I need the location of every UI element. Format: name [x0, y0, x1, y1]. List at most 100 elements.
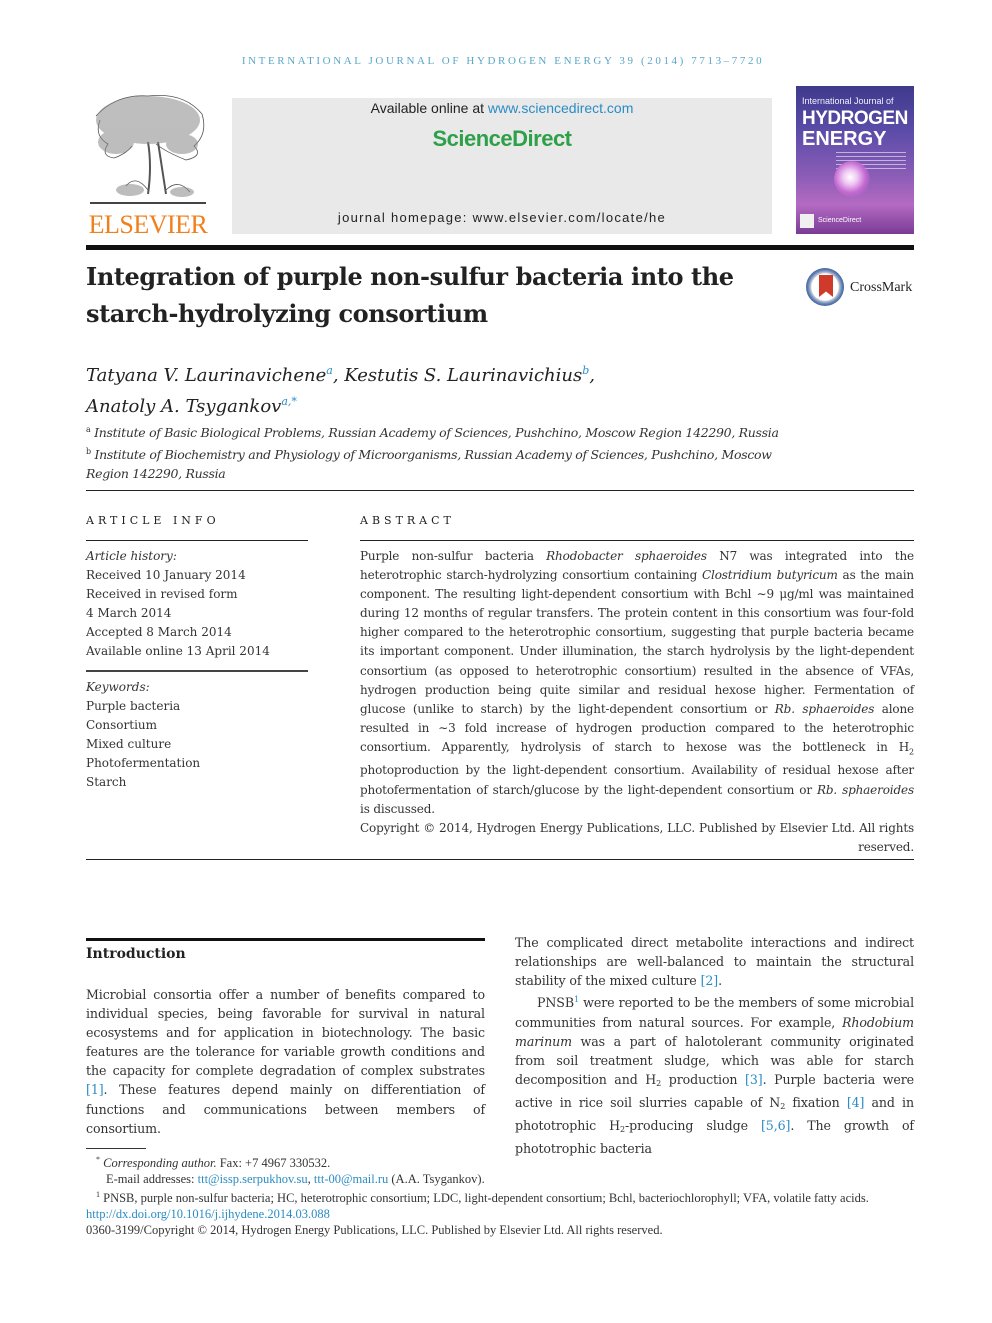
author-list: Tatyana V. Laurinavichenea, Kestutis S. …	[86, 358, 786, 420]
author-name[interactable]: Tatyana V. Laurinavichene	[86, 365, 326, 386]
body-column-left: Microbial consortia offer a number of be…	[86, 985, 485, 1138]
keywords-label: Keywords:	[86, 680, 150, 694]
doi-link[interactable]: http://dx.doi.org/10.1016/j.ijhydene.201…	[86, 1207, 330, 1221]
paragraph: The complicated direct metabolite intera…	[515, 933, 914, 990]
footnote-divider	[86, 1148, 146, 1149]
email-link[interactable]: ttt@issp.serpukhov.su	[198, 1172, 308, 1186]
introduction-heading: Introduction	[86, 946, 186, 962]
keyword-item: Consortium	[86, 718, 158, 732]
abstract-text: Purple non-sulfur bacteria	[360, 549, 547, 563]
article-info: ARTICLE INFO Article history: Received 1…	[86, 514, 308, 792]
article-info-heading: ARTICLE INFO	[86, 514, 220, 527]
body-text: Microbial consortia offer a number of be…	[86, 987, 485, 1079]
available-online-label: Available online at	[370, 100, 488, 116]
keyword-item: Purple bacteria	[86, 699, 181, 713]
keywords-divider	[86, 670, 308, 672]
paragraph: PNSB1 were reported to be the members of…	[515, 990, 914, 1158]
crossmark-button[interactable]: CrossMark	[806, 268, 916, 310]
body-text: -producing sludge	[625, 1118, 761, 1134]
abstract-copyright: Copyright © 2014, Hydrogen Energy Public…	[360, 820, 914, 854]
body-text: . These features depend mainly on differ…	[86, 1082, 485, 1136]
journal-cover-image[interactable]: International Journal of HYDROGEN ENERGY…	[796, 86, 914, 234]
affiliation-divider	[86, 490, 914, 491]
footnotes: * Corresponding author. Fax: +7 4967 330…	[86, 1152, 914, 1238]
introduction-divider	[86, 938, 485, 941]
author-separator: ,	[589, 365, 595, 386]
article-info-divider	[86, 540, 308, 541]
keyword-item: Mixed culture	[86, 737, 172, 751]
issn-copyright: 0360-3199/Copyright © 2014, Hydrogen Ene…	[86, 1223, 663, 1238]
history-item: 4 March 2014	[86, 606, 172, 620]
body-text: PNSB	[537, 995, 574, 1011]
footnote-marker: *	[96, 1155, 100, 1164]
species-name: Clostridium butyricum	[702, 568, 838, 583]
cover-title-line2: HYDROGEN	[802, 108, 908, 129]
article-title: Integration of purple non-sulfur bacteri…	[86, 262, 734, 328]
body-column-right: The complicated direct metabolite intera…	[515, 933, 914, 1158]
cover-title-line3: ENERGY	[802, 128, 887, 150]
abstract-divider	[360, 540, 914, 541]
affiliation-key: a	[86, 425, 91, 434]
homepage-link[interactable]: www.elsevier.com/locate/he	[473, 210, 666, 225]
body-text: fixation	[785, 1094, 847, 1110]
author-name[interactable]: Kestutis S. Laurinavichius	[344, 365, 582, 386]
citation-link[interactable]: [2]	[701, 973, 719, 988]
abstract-end-divider	[86, 859, 914, 860]
history-item: Received 10 January 2014	[86, 568, 246, 582]
citation-link[interactable]: [4]	[847, 1095, 865, 1110]
homepage-label: journal homepage:	[337, 210, 473, 225]
species-name: Rb. sphaeroides	[816, 782, 914, 797]
cover-orb-graphic	[834, 161, 870, 197]
author-affiliation-marker[interactable]: a,*	[281, 395, 297, 408]
history-item: Received in revised form	[86, 587, 238, 601]
abstract-body: Purple non-sulfur bacteria Rhodobacter s…	[360, 547, 914, 819]
affiliations: a Institute of Basic Biological Problems…	[86, 420, 786, 483]
sciencedirect-logo[interactable]: ScienceDirect	[232, 126, 772, 152]
species-name: Rhodobacter sphaeroides	[546, 549, 707, 563]
author-separator: ,	[332, 365, 345, 386]
available-online: Available online at www.sciencedirect.co…	[232, 100, 772, 116]
abbreviations-text: PNSB, purple non-sulfur bacteria; HC, he…	[100, 1191, 869, 1206]
email-label: E-mail addresses:	[106, 1172, 198, 1187]
abbreviations-note: 1 PNSB, purple non-sulfur bacteria; HC, …	[86, 1187, 914, 1206]
abstract-heading: ABSTRACT	[360, 514, 455, 527]
affiliation-item: b Institute of Biochemistry and Physiolo…	[86, 442, 786, 483]
paragraph: Microbial consortia offer a number of be…	[86, 985, 485, 1138]
abstract: ABSTRACT Purple non-sulfur bacteria Rhod…	[360, 514, 914, 857]
citation-link[interactable]: [1]	[86, 1082, 104, 1097]
elsevier-tree-icon	[90, 95, 206, 204]
species-name: Rb. sphaeroides	[774, 701, 875, 716]
affiliation-text: Institute of Basic Biological Problems, …	[94, 425, 779, 441]
keyword-item: Starch	[86, 775, 127, 789]
journal-homepage: journal homepage: www.elsevier.com/locat…	[232, 210, 772, 225]
journal-running-header: International Journal of Hydrogen Energy…	[241, 55, 765, 67]
corresponding-label: Corresponding author.	[103, 1156, 217, 1171]
cover-title-line1: International Journal of	[802, 96, 894, 106]
header-divider	[86, 245, 914, 250]
elsevier-logo[interactable]: ELSEVIER	[86, 86, 210, 239]
article-history: Article history: Received 10 January 201…	[86, 547, 308, 661]
fax-number: Fax: +7 4967 330532.	[216, 1156, 331, 1171]
body-text: production	[661, 1071, 746, 1087]
sciencedirect-link[interactable]: www.sciencedirect.com	[488, 100, 634, 116]
abstract-text: as the main component. The resulting lig…	[360, 568, 914, 716]
citation-link[interactable]: [3]	[745, 1072, 763, 1087]
keywords: Keywords: Purple bacteria Consortium Mix…	[86, 678, 308, 792]
article-history-label: Article history:	[86, 549, 177, 563]
affiliation-key: b	[86, 447, 91, 457]
crossmark-label: CrossMark	[850, 280, 913, 295]
author-name[interactable]: Anatoly A. Tsygankov	[86, 396, 281, 417]
body-text: .	[718, 973, 723, 989]
sciencedirect-banner: Available online at www.sciencedirect.co…	[232, 98, 772, 234]
email-addresses: E-mail addresses: ttt@issp.serpukhov.su,…	[86, 1171, 914, 1187]
subscript: 2	[909, 747, 914, 757]
affiliation-item: a Institute of Basic Biological Problems…	[86, 420, 786, 442]
email-link[interactable]: ttt-00@mail.ru	[314, 1172, 388, 1186]
keyword-item: Photofermentation	[86, 756, 201, 770]
elsevier-wordmark: ELSEVIER	[88, 210, 208, 239]
affiliation-text: Institute of Biochemistry and Physiology…	[86, 447, 772, 482]
citation-link[interactable]: [5,6]	[761, 1118, 790, 1133]
history-item: Available online 13 April 2014	[86, 644, 270, 658]
abstract-text: is discussed.	[360, 801, 435, 816]
corresponding-author-note: * Corresponding author. Fax: +7 4967 330…	[86, 1152, 914, 1171]
